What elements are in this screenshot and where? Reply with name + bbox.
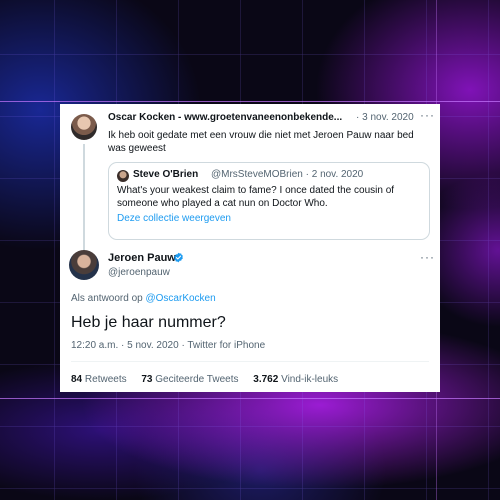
quoted-handle-time: @MrsSteveMOBrien · 2 nov. 2020 [211,169,364,180]
likes-label: Vind-ik-leuks [281,374,339,385]
more-options-icon[interactable]: ··· [420,250,435,264]
thread-line [83,144,85,260]
likes-count: 3.762 [253,374,279,385]
grid-highlight-line [0,101,500,102]
show-collection-link[interactable]: Deze collectie weergeven [117,213,231,224]
tweet-stats: 84 Retweets 73 Geciteerde Tweets 3.762 V… [71,374,350,385]
main-author-name[interactable]: Jeroen Pauw [108,252,176,264]
parent-tweet-text: Ik heb ooit gedate met een vrouw die nie… [108,130,414,154]
main-handle[interactable]: @jeroenpauw [108,267,170,278]
parent-timestamp[interactable]: · 3 nov. 2020 [356,112,414,123]
quote-tweets-count: 73 [141,374,153,385]
main-tweet-text: Heb je haar nummer? [71,314,226,331]
divider [71,361,429,362]
retweets-stat[interactable]: 84 Retweets [71,374,129,385]
reply-context: Als antwoord op @OscarKocken [71,293,216,304]
parent-avatar[interactable] [71,114,97,140]
likes-stat[interactable]: 3.762 Vind-ik-leuks [253,374,338,385]
main-avatar[interactable] [69,250,99,280]
more-options-icon[interactable]: ··· [420,108,435,122]
parent-author-name[interactable]: Oscar Kocken - www.groetenvaneenonbekend… [108,112,352,123]
reply-prefix: Als antwoord op [71,293,143,304]
tweet-meta[interactable]: 12:20 a.m. · 5 nov. 2020 · Twitter for i… [71,340,265,351]
quoted-avatar [117,170,129,182]
grid-highlight-line [0,398,500,399]
quote-tweets-label: Geciteerde Tweets [155,374,239,385]
retweets-label: Retweets [84,374,127,385]
quoted-tweet[interactable]: Steve O'Brien @MrsSteveMOBrien · 2 nov. … [108,162,430,240]
verified-badge-icon [174,252,183,263]
quote-tweets-stat[interactable]: 73 Geciteerde Tweets [141,374,241,385]
quoted-author-name: Steve O'Brien [133,169,199,180]
tweet-card: Oscar Kocken - www.groetenvaneenonbekend… [60,104,440,392]
reply-to-link[interactable]: @OscarKocken [146,293,216,304]
quoted-tweet-text: What's your weakest claim to fame? I onc… [117,185,395,209]
retweets-count: 84 [71,374,83,385]
